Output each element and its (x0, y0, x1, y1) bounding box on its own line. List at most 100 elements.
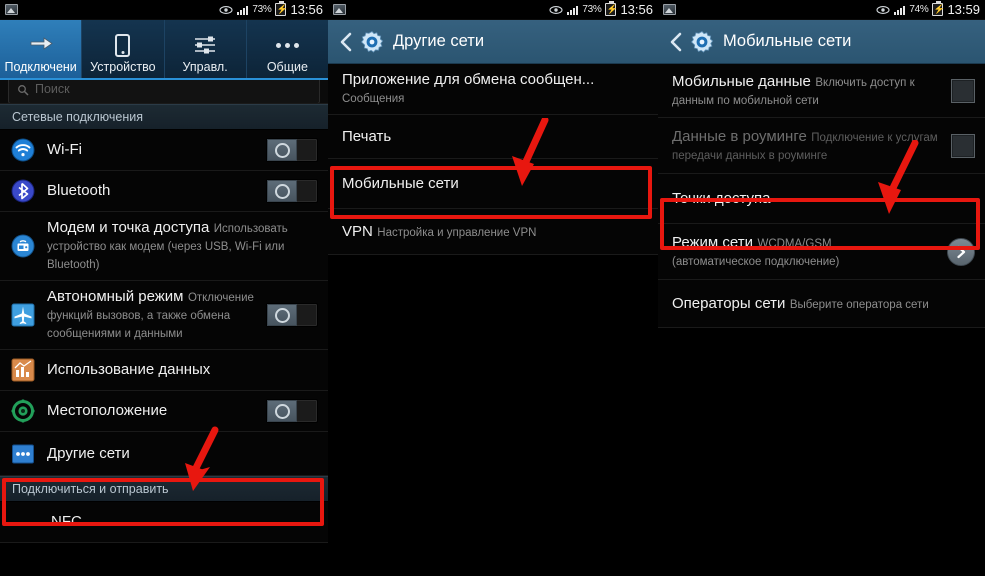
status-bar-clock: 13:56 (290, 2, 323, 17)
row-title: Местоположение (47, 402, 168, 419)
tethering-hotspot-icon (10, 233, 36, 259)
battery-percent: 74% (909, 4, 929, 15)
row-access-points[interactable]: Точки доступа (658, 174, 985, 224)
row-text: Wi-Fi (47, 141, 266, 159)
row-subtitle: Настройка и управление VPN (377, 226, 537, 239)
row-title: Автономный режим (47, 288, 184, 305)
more-dots-icon (275, 32, 299, 58)
mobile-data-checkbox[interactable] (951, 78, 975, 103)
row-mobile-data[interactable]: Мобильные данные Включить доступ к данны… (658, 64, 985, 118)
row-title: Приложение для обмена сообщен... (342, 71, 595, 88)
row-text: Данные в роуминге Подключение к услугам … (672, 128, 951, 164)
empty-list-area (658, 328, 985, 558)
status-bar-left (333, 4, 346, 15)
network-mode-chevron-icon[interactable] (947, 237, 975, 266)
smart-stay-eye-icon (549, 5, 563, 15)
status-bar-right: 73% 13:56 (549, 1, 653, 17)
row-title: NFC (51, 513, 82, 530)
row-text: Использование данных (47, 361, 318, 379)
row-text: Bluetooth (47, 182, 266, 200)
nfc-placeholder-icon (14, 509, 40, 535)
search-icon (17, 83, 29, 96)
status-bar-clock: 13:56 (620, 2, 653, 17)
section-header-network-connections: Сетевые подключения (0, 104, 328, 130)
row-printing[interactable]: Печать (328, 115, 658, 159)
screenshot-root: 73% 13:56 Подключени Устройство Управл. (0, 0, 985, 576)
back-chevron-icon[interactable] (666, 30, 686, 54)
settings-gear-icon (690, 30, 714, 54)
battery-charging-icon (605, 1, 617, 16)
row-title: Мобильные данные (672, 72, 811, 90)
back-chevron-icon[interactable] (336, 30, 356, 54)
image-icon (333, 4, 346, 15)
row-text: Модем и точка доступа Использовать устро… (47, 219, 318, 273)
wifi-toggle[interactable] (266, 138, 318, 162)
tab-label: Устройство (90, 60, 156, 74)
bluetooth-icon (10, 178, 36, 204)
phone-screen-connections: 73% 13:56 Подключени Устройство Управл. (0, 0, 328, 576)
search-placeholder: Поиск (35, 82, 70, 96)
row-subtitle: Выберите оператора сети (789, 298, 929, 311)
phone-screen-mobile-networks: 74% 13:59 Мобильные сети Мобильные данны… (658, 0, 985, 576)
row-data-roaming: Данные в роуминге Подключение к услугам … (658, 118, 985, 174)
tab-controls[interactable]: Управл. (165, 20, 247, 78)
battery-percent: 73% (252, 4, 272, 15)
status-bar-left (5, 4, 18, 15)
location-icon (10, 398, 36, 424)
row-more-networks[interactable]: Другие сети (0, 432, 328, 476)
row-title: Модем и точка доступа (47, 219, 210, 236)
status-bar-clock: 13:59 (947, 2, 980, 17)
row-title: Точки доступа (672, 189, 771, 207)
row-bluetooth[interactable]: Bluetooth (0, 171, 328, 212)
row-text: Другие сети (47, 445, 318, 463)
row-title: Операторы сети (672, 294, 786, 312)
row-wifi[interactable]: Wi-Fi (0, 130, 328, 171)
search-input[interactable]: Поиск (8, 80, 320, 103)
signal-bars-icon (237, 4, 249, 15)
row-mobile-networks[interactable]: Мобильные сети (328, 159, 658, 209)
row-text: Приложение для обмена сообщен... Сообщен… (342, 71, 648, 107)
row-airplane-mode[interactable]: Автономный режим Отключение функций вызо… (0, 281, 328, 350)
search-bar-container: Поиск (0, 80, 328, 104)
row-title: VPN (342, 222, 373, 240)
row-title: Bluetooth (47, 182, 111, 199)
location-toggle[interactable] (266, 399, 318, 423)
status-bar-left (663, 4, 676, 15)
row-location[interactable]: Местоположение (0, 391, 328, 432)
row-title: Данные в роуминге (672, 127, 807, 145)
row-title: Использование данных (47, 361, 211, 378)
row-text: Мобильные сети (342, 175, 648, 193)
status-bar: 74% 13:59 (658, 0, 985, 20)
tab-connections[interactable]: Подключени (0, 20, 83, 78)
row-network-mode[interactable]: Режим сети WCDMA/GSM (автоматическое под… (658, 224, 985, 280)
row-title: Мобильные сети (342, 174, 459, 192)
row-text: Мобильные данные Включить доступ к данны… (672, 73, 951, 109)
tab-device[interactable]: Устройство (82, 20, 165, 78)
status-bar-right: 74% 13:59 (876, 1, 980, 17)
row-network-operators[interactable]: Операторы сети Выберите оператора сети (658, 280, 985, 328)
device-phone-icon (115, 32, 131, 58)
phone-screen-other-networks: 73% 13:56 Другие сети Приложение для обм… (328, 0, 658, 576)
row-nfc[interactable]: NFC (0, 502, 328, 543)
settings-gear-icon (360, 30, 384, 54)
settings-tab-bar: Подключени Устройство Управл. Общие (0, 20, 328, 80)
action-bar-title: Другие сети (393, 32, 485, 50)
row-data-usage[interactable]: Использование данных (0, 350, 328, 391)
data-roaming-checkbox (951, 133, 975, 158)
status-bar: 73% 13:56 (0, 0, 328, 20)
bluetooth-toggle[interactable] (266, 179, 318, 203)
airplane-mode-toggle[interactable] (266, 303, 318, 327)
row-text: Местоположение (47, 402, 266, 420)
row-text: Режим сети WCDMA/GSM (автоматическое под… (672, 234, 947, 270)
tab-general[interactable]: Общие (247, 20, 328, 78)
row-vpn[interactable]: VPN Настройка и управление VPN (328, 209, 658, 255)
row-tethering[interactable]: Модем и точка доступа Использовать устро… (0, 212, 328, 281)
action-bar-title: Мобильные сети (723, 32, 852, 50)
row-text: VPN Настройка и управление VPN (342, 223, 648, 241)
connections-arrows-icon (28, 32, 54, 58)
section-header-connect-and-send: Подключиться и отправить (0, 476, 328, 502)
row-text: Точки доступа (672, 190, 975, 208)
airplane-mode-icon (10, 302, 36, 328)
row-text: Печать (342, 128, 648, 146)
row-messaging-app[interactable]: Приложение для обмена сообщен... Сообщен… (328, 64, 658, 115)
